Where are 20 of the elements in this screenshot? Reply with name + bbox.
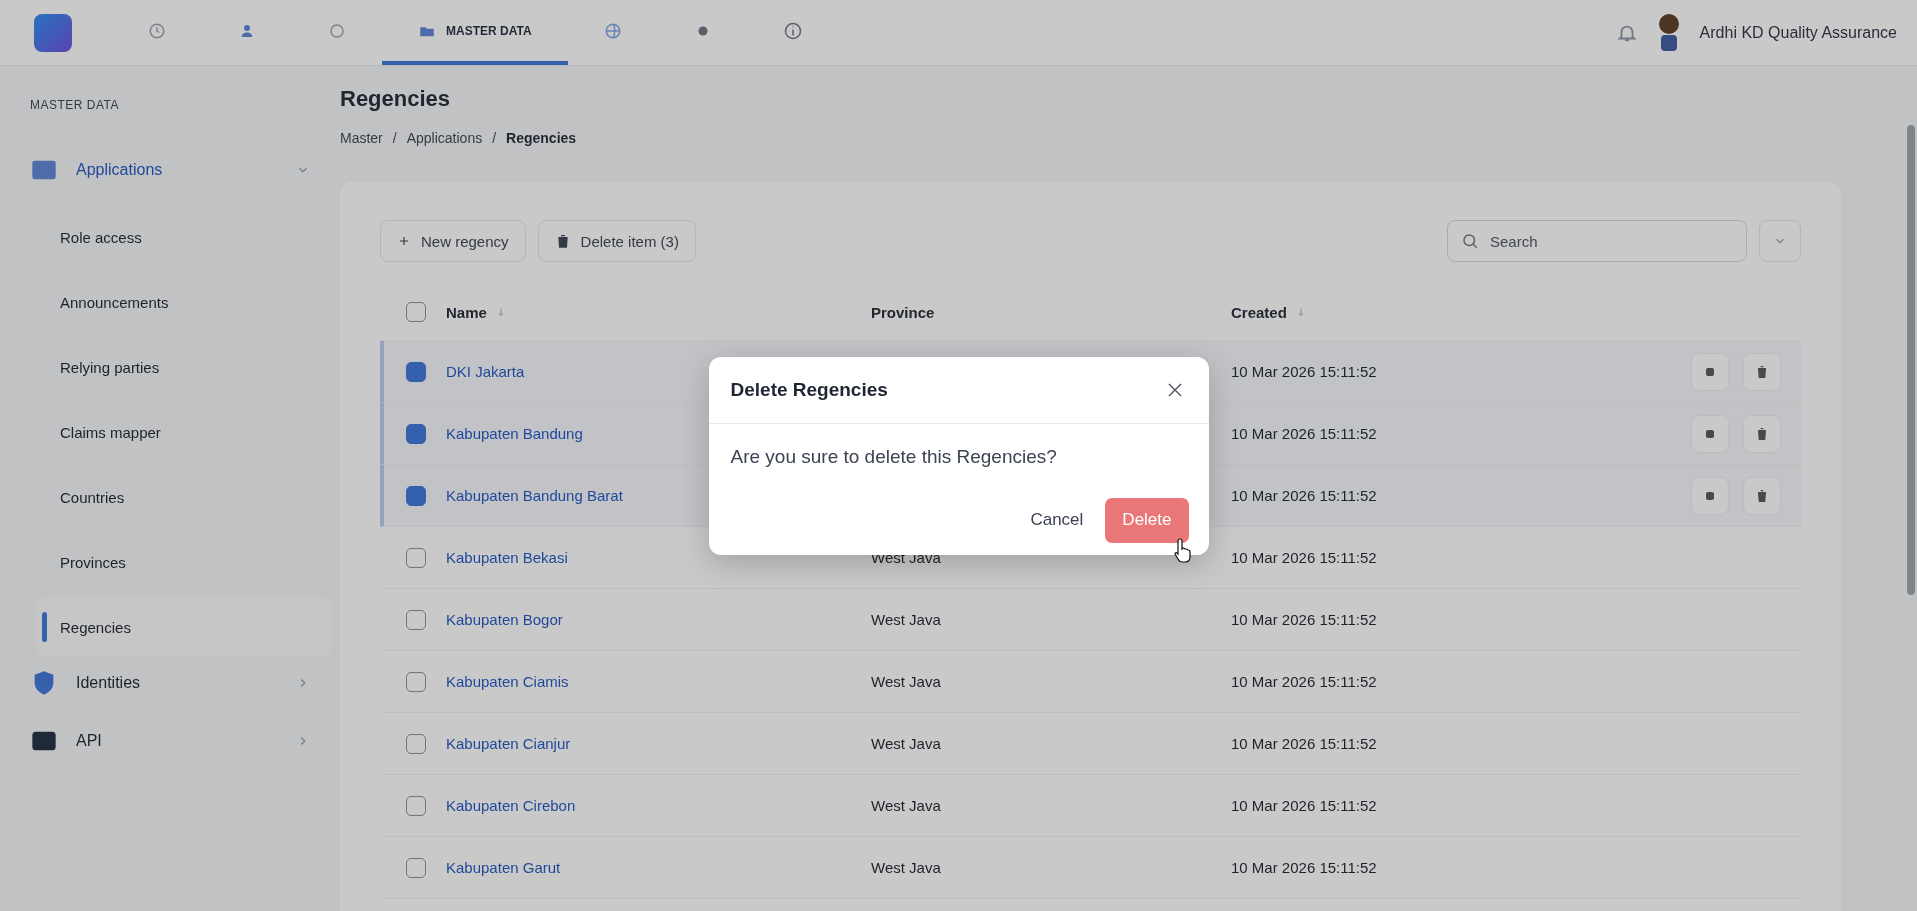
table-cell: West Java bbox=[871, 734, 941, 752]
table-cell: West Java bbox=[871, 610, 941, 628]
table-cell: 10 Mar 2026 15:11:52 bbox=[1231, 548, 1377, 566]
sidebar-heading: MASTER DATA bbox=[30, 98, 121, 112]
table-cell: 10 Mar 2026 15:11:52 bbox=[1231, 796, 1377, 814]
table-cell: 10 Mar 2026 15:11:52 bbox=[1231, 734, 1377, 752]
dialog-message: Are you sure to delete this Regencies? bbox=[729, 444, 1058, 468]
table-cell: West Java bbox=[871, 858, 941, 876]
table-cell: 10 Mar 2026 15:11:52 bbox=[1231, 424, 1377, 442]
table-cell: 10 Mar 2026 15:11:52 bbox=[1231, 858, 1377, 876]
table-cell: 10 Mar 2026 15:11:52 bbox=[1231, 362, 1377, 380]
table-cell: 10 Mar 2026 15:11:52 bbox=[1231, 610, 1377, 628]
table-cell: West Java bbox=[871, 796, 941, 814]
table-cell: 10 Mar 2026 15:11:52 bbox=[1231, 672, 1377, 690]
page-title: Regencies bbox=[340, 86, 452, 112]
table-cell: 10 Mar 2026 15:11:52 bbox=[1231, 486, 1377, 504]
breadcrumb-separator: / bbox=[492, 130, 497, 146]
table-cell: West Java bbox=[871, 672, 941, 690]
breadcrumb-separator: / bbox=[392, 130, 397, 146]
dialog-title: Delete Regencies bbox=[730, 378, 888, 401]
